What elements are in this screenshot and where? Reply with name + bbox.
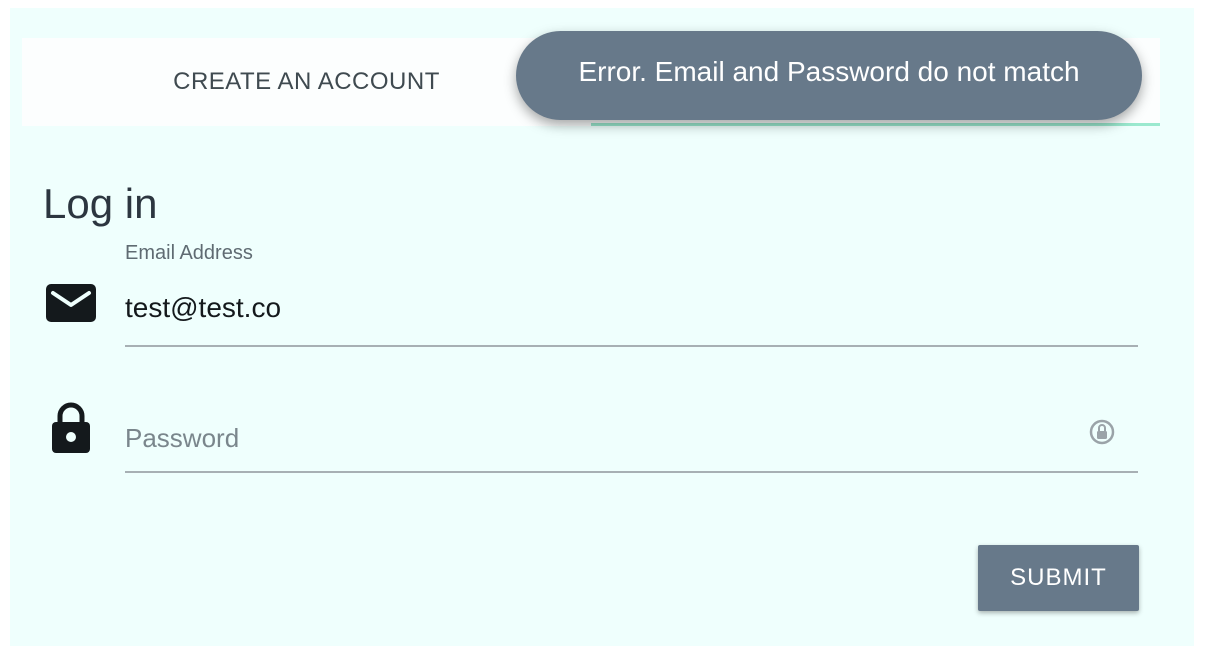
tab-create-account-label: CREATE AN ACCOUNT [173, 68, 440, 95]
tab-create-account[interactable]: CREATE AN ACCOUNT [22, 38, 591, 126]
password-field[interactable] [125, 406, 1138, 473]
email-field[interactable] [125, 280, 1138, 347]
page-title: Log in [43, 180, 158, 227]
lock-icon [50, 402, 92, 454]
error-toast: Error. Email and Password do not match [516, 31, 1142, 120]
email-field-label: Email Address [125, 242, 253, 264]
password-key-icon[interactable] [1088, 416, 1116, 448]
mail-icon [46, 284, 96, 322]
error-toast-message: Error. Email and Password do not match [578, 55, 1080, 87]
active-tab-indicator [591, 123, 1160, 126]
submit-button[interactable]: SUBMIT [978, 545, 1139, 611]
